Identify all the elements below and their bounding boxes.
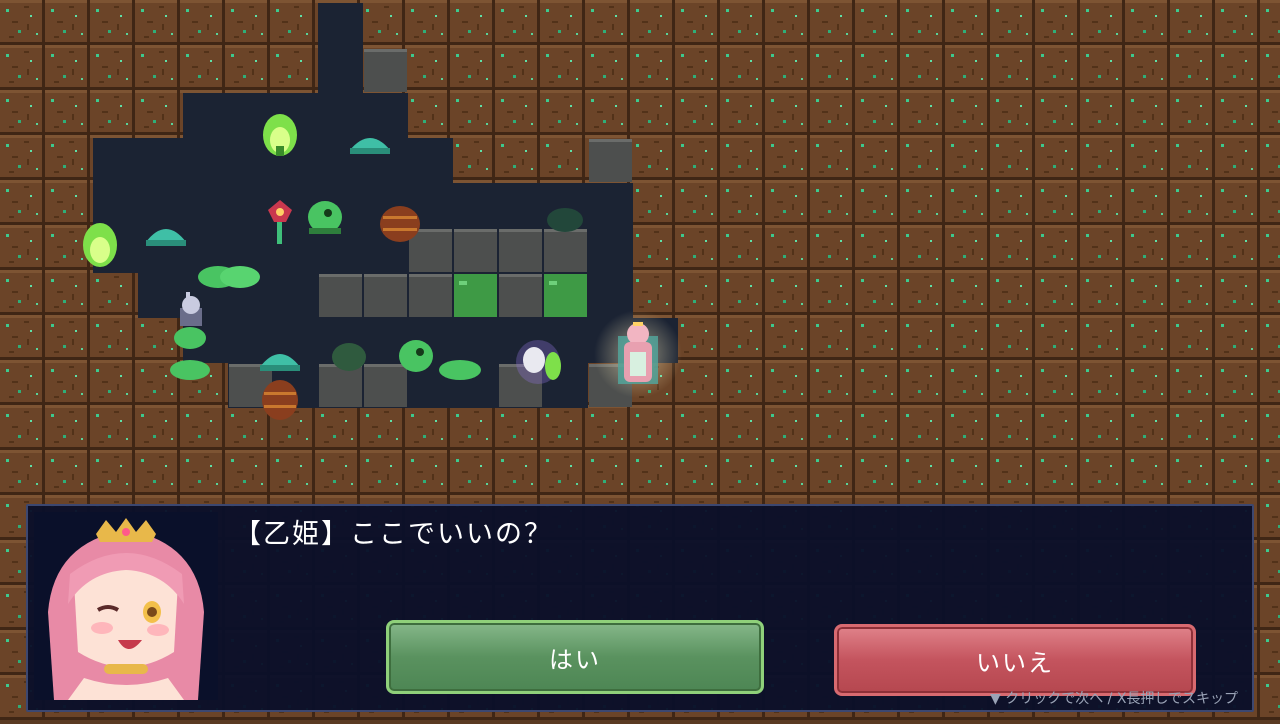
stone-block: [319, 364, 362, 407]
stone-block-edge: [364, 364, 407, 367]
stone-block-edge: [499, 274, 542, 277]
stone-block-edge: [364, 274, 407, 277]
no-button-label: いいえ: [976, 648, 1054, 677]
stone-block: [499, 274, 542, 317]
stone-block: [454, 229, 497, 272]
green-flame-icon: [83, 223, 117, 267]
stone-block-edge: [499, 229, 542, 232]
stone-block: [409, 229, 452, 272]
green-slime-icon: [308, 201, 342, 234]
stone-block: [544, 229, 587, 272]
dialog-text: 【乙姫】ここでいいの？: [234, 519, 553, 550]
no-button[interactable]: いいえ: [834, 624, 1196, 696]
yes-button[interactable]: はい: [386, 620, 764, 694]
stone-block-edge: [319, 274, 362, 277]
green-flame-icon: [263, 114, 297, 156]
stone-block: [409, 274, 452, 317]
stone-block: [364, 274, 407, 317]
stone-block-edge: [364, 49, 407, 52]
stone-block: [364, 364, 407, 407]
princess-player-icon: [594, 310, 682, 398]
skip-hint: ▼ クリックで次へ / X長押しでスキップ: [989, 691, 1238, 707]
stone-block: [589, 139, 632, 182]
yes-button-label: はい: [549, 645, 601, 674]
stone-block: [319, 274, 362, 317]
green-slime-icon: [198, 266, 260, 288]
barrel-icon: [380, 206, 420, 242]
moss-block-speck: [549, 281, 557, 285]
stone-block-edge: [589, 139, 632, 142]
stone-block: [499, 229, 542, 272]
cave-floor-tile: [318, 48, 363, 93]
barrel-icon: [262, 380, 298, 420]
stone-block-edge: [409, 274, 452, 277]
moss-block: [454, 274, 497, 317]
otohime-portrait: [34, 512, 218, 700]
moss-block-speck: [459, 281, 467, 285]
dialog-box[interactable]: 【乙姫】ここでいいの？ はい いいえ ▼ クリックで次へ / X長押しでスキップ: [26, 504, 1254, 712]
stone-block-edge: [454, 229, 497, 232]
cave-floor-tile: [318, 3, 363, 48]
stone-block: [364, 49, 407, 92]
moss-block: [544, 274, 587, 317]
